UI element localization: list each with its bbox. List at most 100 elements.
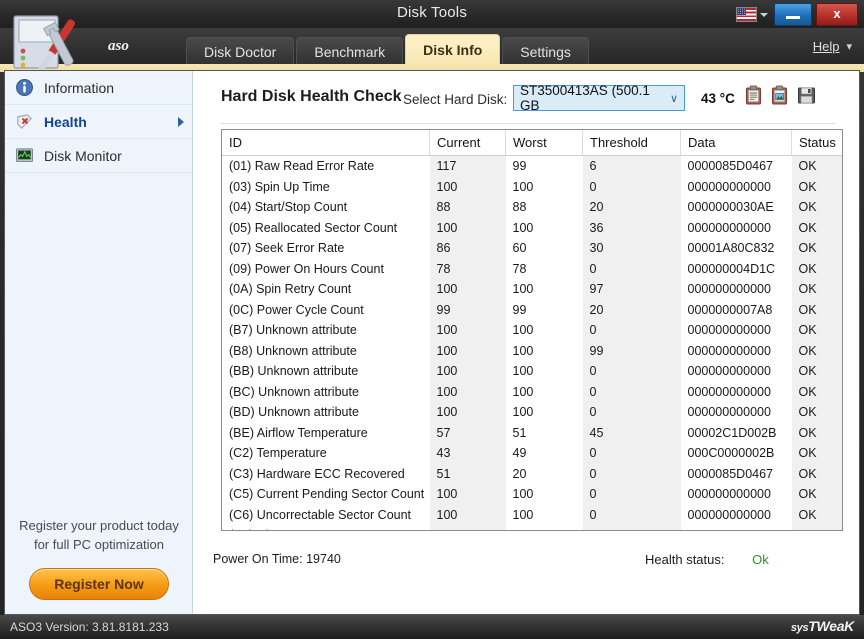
help-label: Help: [813, 39, 840, 54]
column-header-threshold[interactable]: Threshold: [583, 130, 681, 156]
cell-threshold: 20: [583, 300, 681, 321]
cell-status: OK: [792, 423, 844, 444]
language-selector[interactable]: [734, 6, 770, 23]
cell-current: 100: [430, 402, 506, 423]
cell-worst: 51: [506, 423, 583, 444]
table-row[interactable]: (0A) Spin Retry Count1001009700000000000…: [222, 279, 843, 300]
health-icon: [15, 112, 34, 131]
cell-current: 86: [430, 238, 506, 259]
cell-current: 117: [430, 156, 506, 177]
systweak-logo: sysTWeaK: [791, 618, 854, 634]
cell-id: (05) Reallocated Sector Count: [222, 218, 430, 239]
close-button[interactable]: x: [816, 3, 858, 26]
table-row[interactable]: (09) Power On Hours Count78780000000004D…: [222, 259, 843, 280]
table-row[interactable]: (BD) Unknown attribute100100000000000000…: [222, 402, 843, 423]
cell-data: 000000000000: [681, 177, 792, 198]
sidebar-item-label: Health: [44, 114, 87, 130]
aso-logo: aso: [108, 38, 129, 55]
cell-threshold: 0: [583, 525, 681, 531]
cell-threshold: 97: [583, 279, 681, 300]
table-row[interactable]: (B7) Unknown attribute100100000000000000…: [222, 320, 843, 341]
help-menu[interactable]: Help ▾: [813, 39, 852, 54]
sidebar: Information Health Disk Monitor: [5, 71, 193, 614]
table-row[interactable]: (04) Start/Stop Count8888200000000030AEO…: [222, 197, 843, 218]
table-row[interactable]: (03) Spin Up Time1001000000000000000OK: [222, 177, 843, 198]
table-row[interactable]: (BC) Unknown attribute100100000000000000…: [222, 382, 843, 403]
cell-id: (C3) Hardware ECC Recovered: [222, 464, 430, 485]
cell-threshold: 0: [583, 484, 681, 505]
cell-current: 51: [430, 464, 506, 485]
table-row[interactable]: (BE) Airflow Temperature57514500002C1D00…: [222, 423, 843, 444]
table-row[interactable]: (C5) Current Pending Sector Count1001000…: [222, 484, 843, 505]
cell-current: 100: [430, 177, 506, 198]
cell-current: 100: [430, 341, 506, 362]
cell-worst: 99: [506, 300, 583, 321]
cell-status: OK: [792, 259, 844, 280]
column-header-data[interactable]: Data: [681, 130, 792, 156]
copy-text-icon[interactable]: [745, 85, 762, 105]
smart-attributes-table[interactable]: ID Current Worst Threshold Data Status (…: [221, 129, 843, 531]
column-header-current[interactable]: Current: [430, 130, 506, 156]
cell-current: 200: [430, 525, 506, 531]
table-row[interactable]: (BB) Unknown attribute100100000000000000…: [222, 361, 843, 382]
table-row[interactable]: (05) Reallocated Sector Count10010036000…: [222, 218, 843, 239]
tab-settings[interactable]: Settings: [502, 37, 589, 66]
status-bar: ASO3 Version: 3.81.8181.233 sysTWeaK: [0, 615, 864, 639]
save-icon[interactable]: [797, 86, 816, 105]
column-header-id[interactable]: ID: [222, 130, 430, 156]
temperature-readout: 43 °C: [701, 91, 735, 106]
table-header-row: ID Current Worst Threshold Data Status: [222, 130, 843, 156]
table-row[interactable]: (C2) Temperature43490000C0000002BOK: [222, 443, 843, 464]
window-controls: x: [734, 3, 858, 26]
cell-current: 88: [430, 197, 506, 218]
table-row[interactable]: (07) Seek Error Rate86603000001A80C832OK: [222, 238, 843, 259]
disk-select-dropdown[interactable]: ST3500413AS (500.1 GB ∨: [513, 85, 685, 111]
copy-image-icon[interactable]: [771, 85, 788, 105]
tab-benchmark[interactable]: Benchmark: [296, 37, 403, 66]
table-row[interactable]: (C6) Uncorrectable Sector Count100100000…: [222, 505, 843, 526]
table-row[interactable]: (01) Raw Read Error Rate1179960000085D04…: [222, 156, 843, 177]
sidebar-item-disk-monitor[interactable]: Disk Monitor: [5, 139, 192, 173]
sidebar-item-label: Disk Monitor: [44, 148, 122, 164]
cell-current: 100: [430, 320, 506, 341]
systweak-logo-sys: sys: [791, 622, 808, 634]
health-status-label: Health status:: [645, 552, 725, 567]
power-on-time: Power On Time: 19740: [213, 552, 341, 566]
cell-status: OK: [792, 402, 844, 423]
tab-disk-doctor[interactable]: Disk Doctor: [186, 37, 294, 66]
cell-worst: 100: [506, 341, 583, 362]
tab-bar: aso Disk Doctor Benchmark Disk Info Sett…: [0, 28, 864, 66]
cell-data: 000000000000: [681, 484, 792, 505]
table-row[interactable]: (0C) Power Cycle Count9999200000000007A8…: [222, 300, 843, 321]
cell-status: OK: [792, 382, 844, 403]
column-header-status[interactable]: Status: [792, 130, 844, 156]
table-row[interactable]: (B8) Unknown attribute100100990000000000…: [222, 341, 843, 362]
cell-worst: 49: [506, 443, 583, 464]
cell-status: OK: [792, 218, 844, 239]
cell-id: (C2) Temperature: [222, 443, 430, 464]
minimize-button[interactable]: [774, 3, 812, 26]
cell-current: 100: [430, 484, 506, 505]
cell-worst: 99: [506, 156, 583, 177]
cell-data: 0000085D0467: [681, 464, 792, 485]
table-row[interactable]: (C3) Hardware ECC Recovered512000000085D…: [222, 464, 843, 485]
sidebar-item-health[interactable]: Health: [5, 105, 192, 139]
cell-status: OK: [792, 300, 844, 321]
cell-worst: 100: [506, 484, 583, 505]
cell-status: OK: [792, 279, 844, 300]
register-now-button[interactable]: Register Now: [29, 568, 168, 600]
attributes-table: ID Current Worst Threshold Data Status (…: [222, 130, 843, 531]
table-row[interactable]: (C7) UltraDMA CRC Error Count20020000000…: [222, 525, 843, 531]
column-header-worst[interactable]: Worst: [506, 130, 583, 156]
tab-disk-info[interactable]: Disk Info: [405, 34, 500, 66]
cell-id: (BB) Unknown attribute: [222, 361, 430, 382]
cell-threshold: 20: [583, 197, 681, 218]
cell-data: 000000000000: [681, 505, 792, 526]
cell-current: 99: [430, 300, 506, 321]
cell-id: (BC) Unknown attribute: [222, 382, 430, 403]
cell-data: 000000000000: [681, 279, 792, 300]
cell-data: 000C0000002B: [681, 443, 792, 464]
sidebar-item-information[interactable]: Information: [5, 71, 192, 105]
cell-status: OK: [792, 525, 844, 531]
cell-data: 000000000000: [681, 382, 792, 403]
